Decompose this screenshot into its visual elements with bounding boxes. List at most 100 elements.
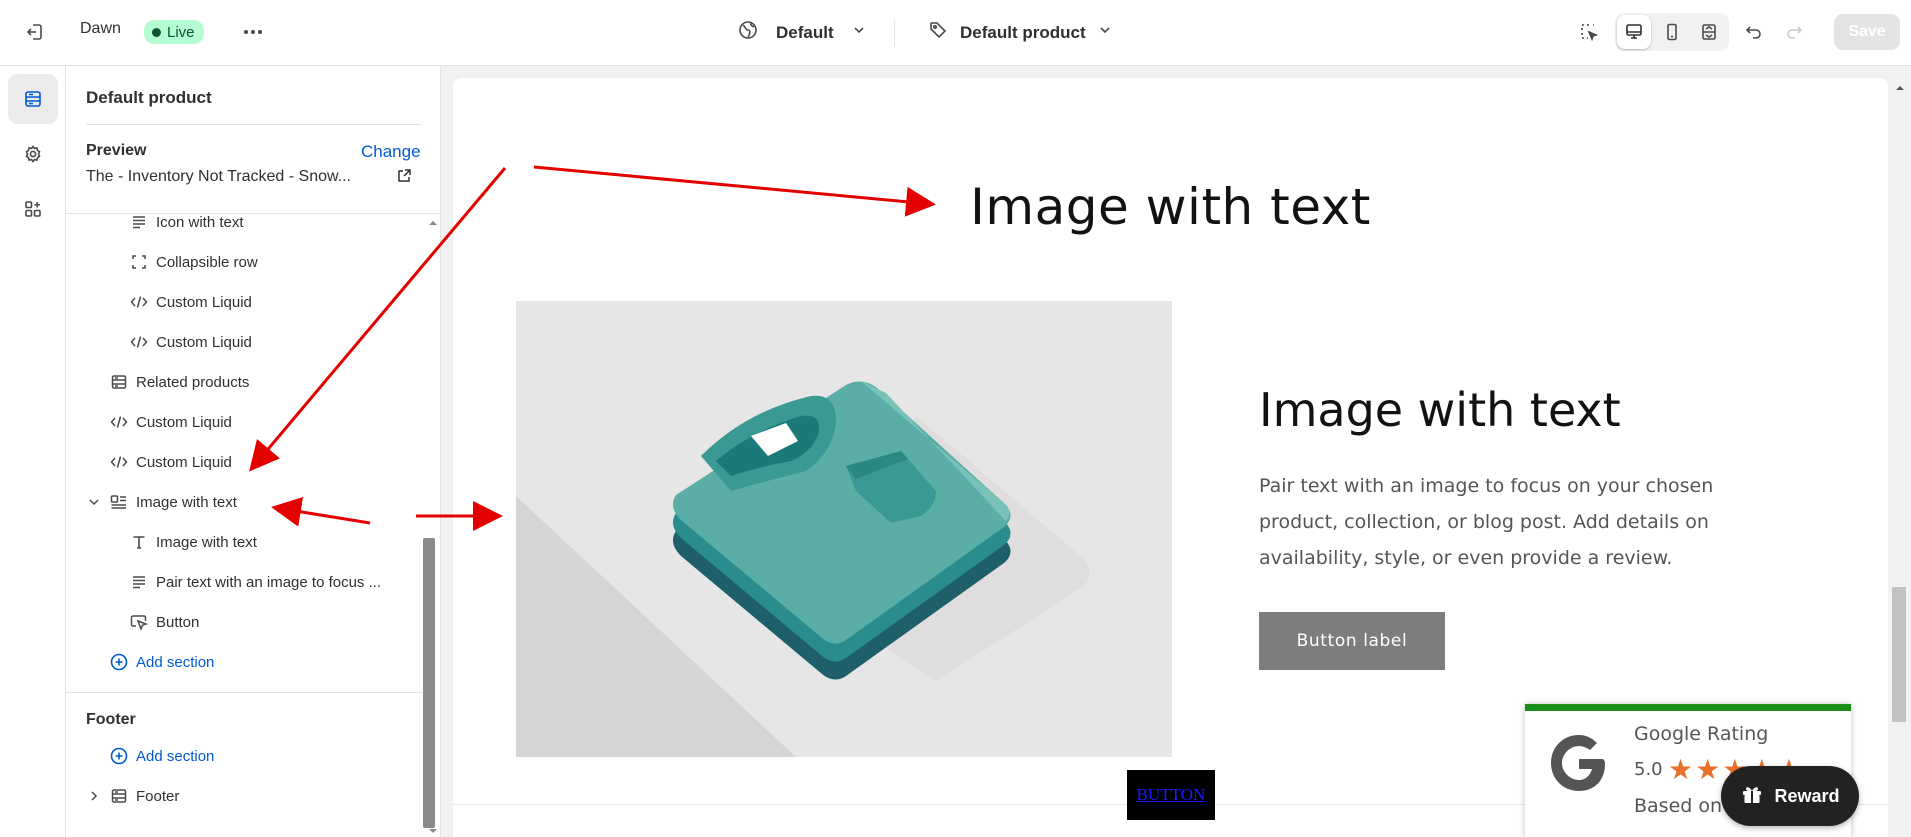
preview-label: Preview (86, 142, 147, 159)
preview-product-name: The - Inventory Not Tracked - Snow... (86, 168, 351, 185)
rating-score: 5.0 (1634, 759, 1663, 780)
tree-item-icon-with-text[interactable]: Icon with text (128, 202, 244, 242)
tree-item-custom-liquid[interactable]: Custom Liquid (128, 322, 252, 362)
product-image[interactable] (516, 301, 1172, 757)
tree-item-custom-liquid[interactable]: Custom Liquid (108, 402, 232, 442)
tree-item-label: Button (156, 613, 200, 631)
reward-label: Reward (1774, 785, 1840, 806)
code-icon (108, 451, 130, 473)
tree-item-heading[interactable]: Image with text (128, 522, 257, 562)
tree-item-label: Custom Liquid (156, 293, 252, 311)
tree-item-label: Image with text (156, 533, 257, 551)
image-text-icon (108, 491, 130, 513)
add-section-label: Add section (136, 653, 215, 671)
content-body[interactable]: Pair text with an image to focus on your… (1259, 468, 1719, 576)
add-section-button[interactable]: Add section (108, 642, 214, 682)
left-rail (0, 66, 66, 837)
divider (66, 692, 422, 693)
template-label: Default (776, 22, 834, 42)
tree-item-text[interactable]: Pair text with an image to focus ... (128, 562, 381, 602)
rating-title: Google Rating (1634, 723, 1769, 745)
desktop-icon[interactable] (1617, 15, 1651, 49)
scroll-down-icon[interactable] (425, 823, 440, 837)
change-link[interactable]: Change (361, 142, 421, 162)
exit-icon[interactable] (18, 15, 52, 49)
add-section-label: Add section (136, 747, 215, 765)
custom-button[interactable]: BUTTON (1127, 770, 1215, 820)
sections-icon[interactable] (8, 74, 58, 124)
theme-settings-icon[interactable] (8, 129, 58, 179)
product-selector[interactable]: Default product (928, 20, 1112, 45)
sidebar-scroll-thumb[interactable] (423, 538, 435, 828)
fullscreen-icon[interactable] (1692, 15, 1726, 49)
more-actions-icon[interactable] (236, 15, 270, 49)
content-title[interactable]: Image with text (1259, 383, 1621, 437)
topbar-divider (894, 20, 895, 46)
sidebar: Default product Preview Change The - Inv… (66, 66, 441, 837)
google-logo-icon (1547, 731, 1611, 800)
preview-scrollbar[interactable] (1888, 78, 1911, 837)
theme-name: Dawn (80, 20, 121, 37)
plus-circle-icon (108, 651, 130, 673)
footer-add-section-button[interactable]: Add section (108, 736, 214, 776)
chevron-down-icon (1098, 23, 1112, 42)
save-button[interactable]: Save (1834, 14, 1900, 50)
redo-icon[interactable] (1777, 15, 1811, 49)
gift-icon (1740, 782, 1764, 811)
external-link-icon[interactable] (396, 168, 412, 189)
section-icon (108, 371, 130, 393)
chevron-down-icon[interactable] (86, 494, 102, 510)
device-toggle-group (1615, 13, 1729, 51)
text-lines-icon (128, 571, 150, 593)
folded-shirts-illustration (516, 381, 1090, 757)
cursor-icon (128, 611, 150, 633)
tree-item-label: Collapsible row (156, 253, 258, 271)
inspector-icon[interactable] (1572, 15, 1606, 49)
tree-item-image-with-text[interactable]: Image with text (108, 482, 237, 522)
undo-icon[interactable] (1737, 15, 1771, 49)
tree-item-footer[interactable]: Footer (108, 776, 179, 816)
scroll-up-icon[interactable] (1892, 80, 1908, 96)
section-icon (108, 785, 130, 807)
tree-item-label: Pair text with an image to focus ... (156, 573, 382, 591)
tree-item-label: Custom Liquid (136, 413, 232, 431)
chevron-right-icon[interactable] (86, 788, 102, 804)
section-heading[interactable]: Image with text (453, 178, 1888, 236)
tree-item-collapsible-row[interactable]: Collapsible row (128, 242, 258, 282)
plus-circle-icon (108, 745, 130, 767)
product-label: Default product (960, 22, 1086, 42)
tree-item-label: Icon with text (156, 213, 244, 231)
rating-based-on: Based on (1634, 795, 1723, 817)
footer-group-label: Footer (86, 711, 136, 728)
tag-icon (928, 20, 948, 45)
cta-button[interactable]: Button label (1259, 612, 1445, 670)
status-label: Live (167, 23, 195, 41)
code-icon (108, 411, 130, 433)
template-selector[interactable]: Default (738, 20, 866, 45)
chevron-down-icon (852, 23, 866, 42)
tree-item-label: Custom Liquid (156, 333, 252, 351)
tree-item-label: Related products (136, 373, 250, 391)
text-lines-icon (128, 211, 150, 233)
tree-item-custom-liquid[interactable]: Custom Liquid (108, 442, 232, 482)
reward-button[interactable]: Reward (1721, 766, 1859, 826)
tree-item-related-products[interactable]: Related products (108, 362, 249, 402)
apps-icon[interactable] (8, 184, 58, 234)
divider (66, 213, 440, 214)
preview-scroll-thumb[interactable] (1892, 587, 1906, 722)
globe-icon (738, 20, 758, 45)
heading-icon (128, 531, 150, 553)
tree-item-label: Custom Liquid (136, 453, 232, 471)
tree-item-label: Footer (136, 787, 180, 805)
code-icon (128, 331, 150, 353)
tree-item-label: Image with text (136, 493, 237, 511)
tree-item-button[interactable]: Button (128, 602, 199, 642)
live-dot-icon (152, 27, 161, 37)
sidebar-title: Default product (86, 88, 212, 107)
collapsible-icon (128, 251, 150, 273)
mobile-icon[interactable] (1655, 15, 1689, 49)
top-bar: Dawn Live Default Default product Save (0, 0, 1911, 66)
tree-item-custom-liquid[interactable]: Custom Liquid (128, 282, 252, 322)
custom-button-label: BUTTON (1136, 785, 1206, 804)
code-icon (128, 291, 150, 313)
